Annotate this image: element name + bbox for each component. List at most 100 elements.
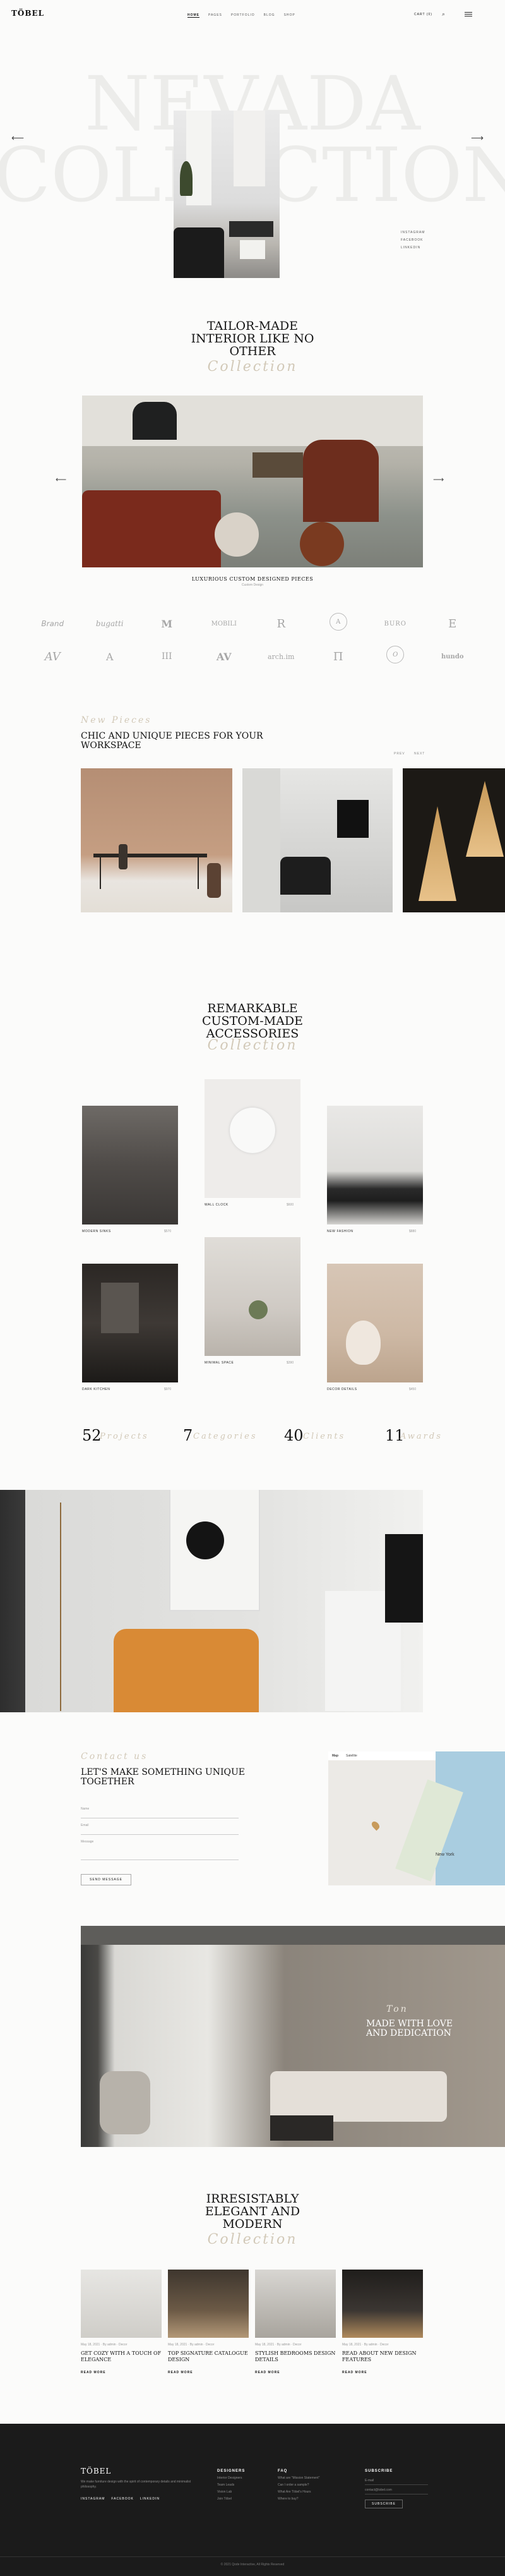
brand-logo[interactable]: A (99, 646, 121, 667)
brand-logo[interactable]: Π (328, 646, 349, 667)
stat-label: Clients (303, 1432, 346, 1441)
brand-logo[interactable]: E (442, 613, 463, 634)
hero-social: INSTAGRAM FACEBOOK LINKEDIN (401, 229, 425, 251)
stat-label: Awards (400, 1432, 443, 1441)
footer-linkedin-link[interactable]: LINKEDIN (140, 2497, 160, 2501)
chic-image-1 (81, 768, 232, 912)
hero-social-linkedin[interactable]: LINKEDIN (401, 244, 425, 251)
product-price: $600 (287, 1203, 294, 1207)
footer-link[interactable]: Where to buy? (278, 2497, 319, 2501)
post-image[interactable] (81, 2270, 162, 2338)
tailor-image (82, 396, 423, 567)
brand-logo[interactable]: BURO (384, 613, 407, 634)
footer-email-placeholder[interactable]: E-mail (365, 2479, 428, 2485)
product-name[interactable]: NEW FASHION (327, 1230, 354, 1233)
map-tab[interactable]: Map (328, 1754, 342, 1758)
product-price: $390 (287, 1361, 294, 1365)
tailor-next-arrow[interactable]: ⟶ (433, 475, 444, 484)
product-name[interactable]: MINIMAL SPACE (205, 1361, 234, 1365)
chic-image-2 (242, 768, 393, 912)
brand-logo[interactable]: O (386, 646, 405, 663)
brand-logo[interactable]: arch.im (262, 646, 300, 667)
brand-logo[interactable]: MOBILI (211, 613, 237, 634)
site-logo[interactable]: TÖBEL (11, 9, 44, 18)
post-image[interactable] (168, 2270, 249, 2338)
hero-prev-arrow[interactable]: ⟵ (11, 133, 24, 143)
main-nav: HOME PAGES PORTFOLIO BLOG SHOP (183, 13, 300, 18)
map-city-label: New York (436, 1853, 454, 1857)
hero-social-facebook[interactable]: FACEBOOK (401, 236, 425, 244)
post-image[interactable] (255, 2270, 336, 2338)
brand-logo[interactable]: A (329, 613, 347, 631)
chic-next[interactable]: NEXT (414, 752, 425, 756)
search-icon[interactable]: ⌕ (442, 11, 445, 18)
nav-portfolio[interactable]: PORTFOLIO (231, 13, 255, 18)
message-field[interactable]: Message (81, 1839, 239, 1860)
post-image[interactable] (342, 2270, 423, 2338)
nav-shop[interactable]: SHOP (284, 13, 295, 18)
product-name[interactable]: WALL CLOCK (205, 1203, 229, 1207)
product-image[interactable] (82, 1106, 178, 1225)
footer-link[interactable]: Vision Lab (217, 2490, 245, 2494)
tailor-script: Collection (207, 359, 298, 375)
satellite-tab[interactable]: Satellite (342, 1754, 361, 1758)
brand-logo[interactable]: AV (42, 646, 63, 667)
footer-col-title: SUBSCRIBE (365, 2469, 393, 2473)
contact-map[interactable]: Map Satellite New York (328, 1751, 505, 1885)
read-more-link[interactable]: READ MORE (168, 2371, 193, 2374)
footer-link[interactable]: What are "Mission Statement" (278, 2476, 319, 2480)
hero-social-instagram[interactable]: INSTAGRAM (401, 229, 425, 236)
footer-link[interactable]: What Are Töbel's Hours (278, 2490, 319, 2494)
subscribe-button[interactable]: SUBSCRIBE (365, 2500, 403, 2508)
product-image[interactable] (327, 1264, 423, 1382)
product-image[interactable] (327, 1106, 423, 1225)
nav-pages[interactable]: PAGES (208, 13, 222, 18)
product-name[interactable]: DARK KITCHEN (82, 1388, 110, 1391)
tailor-prev-arrow[interactable]: ⟵ (56, 475, 66, 484)
brand-logo[interactable]: hundo (441, 646, 463, 667)
footer-description: We make furniture design with the spirit… (81, 2480, 191, 2489)
product-image[interactable] (205, 1079, 300, 1198)
footer-link[interactable]: Join Töbel (217, 2497, 245, 2501)
post-title[interactable]: TOP SIGNATURE CATALOGUE DESIGN (168, 2350, 249, 2363)
product-name[interactable]: DECOR DETAILS (327, 1388, 357, 1391)
brand-logo[interactable]: III (156, 646, 177, 667)
contact-title: LET'S MAKE SOMETHING UNIQUE TOGETHER (81, 1767, 245, 1787)
stat-label: Categories (193, 1432, 258, 1441)
footer-designers-col: DESIGNERS Interior Designers Team Leads … (217, 2469, 245, 2501)
email-field[interactable]: Email (81, 1822, 239, 1835)
footer-facebook-link[interactable]: FACEBOOK (111, 2497, 134, 2501)
read-more-link[interactable]: READ MORE (255, 2371, 280, 2374)
send-message-button[interactable]: SEND MESSAGE (81, 1874, 131, 1885)
menu-icon[interactable] (465, 11, 472, 18)
brand-logo[interactable]: 𝘉𝘳𝘢𝘯𝘥 (41, 613, 64, 634)
nav-home[interactable]: HOME (187, 13, 199, 18)
product-name[interactable]: MODERN SINKS (82, 1230, 111, 1233)
post-title[interactable]: STYLISH BEDROOMS DESIGN DETAILS (255, 2350, 336, 2363)
hero-next-arrow[interactable]: ⟶ (471, 133, 484, 143)
footer-email-field[interactable]: contact@tobel.com (365, 2488, 428, 2494)
product-image[interactable] (82, 1264, 178, 1382)
cart-link[interactable]: CART (0) (414, 13, 432, 16)
footer-link[interactable]: Team Leads (217, 2483, 245, 2487)
footer-link[interactable]: Can I order a sample? (278, 2483, 319, 2487)
product-price: $570 (164, 1230, 172, 1233)
name-field[interactable]: Name (81, 1806, 239, 1818)
chic-prev[interactable]: PREV (394, 752, 405, 756)
nav-blog[interactable]: BLOG (264, 13, 275, 18)
footer-link[interactable]: Interior Designers (217, 2476, 245, 2480)
brand-logo[interactable]: M (156, 613, 177, 634)
read-more-link[interactable]: READ MORE (81, 2371, 106, 2374)
footer-subscribe-col: SUBSCRIBE E-mail contact@tobel.com SUBSC… (365, 2469, 428, 2508)
product-image[interactable] (205, 1237, 300, 1356)
footer-instagram-link[interactable]: INSTAGRAM (81, 2497, 105, 2501)
feature-image (0, 1490, 423, 1712)
brand-logo[interactable]: AV (213, 646, 235, 667)
post-title[interactable]: GET COZY WITH A TOUCH OF ELEGANCE (81, 2350, 162, 2363)
map-pin-icon[interactable] (370, 1820, 381, 1831)
read-more-link[interactable]: READ MORE (342, 2371, 367, 2374)
brand-logo[interactable]: bugatti (96, 613, 124, 634)
footer-logo[interactable]: TÖBEL (81, 2467, 111, 2476)
post-title[interactable]: READ ABOUT NEW DESIGN FEATURES (342, 2350, 423, 2363)
brand-logo[interactable]: R (270, 613, 292, 634)
